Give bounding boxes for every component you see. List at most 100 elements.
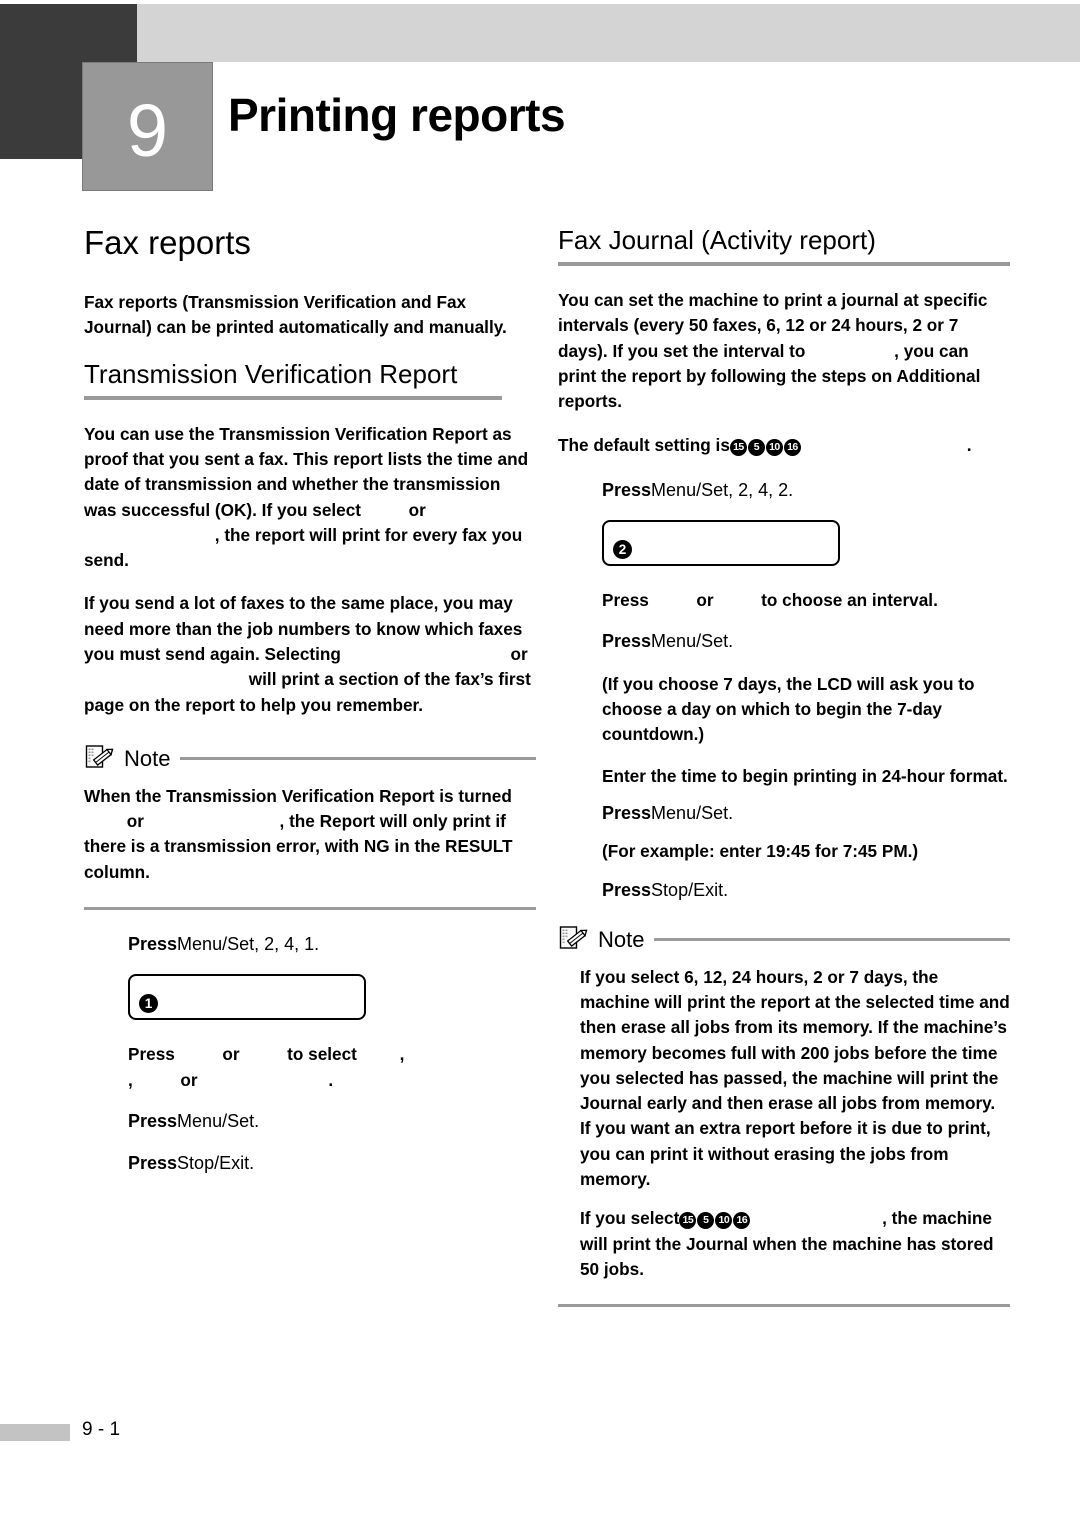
- lcd-display-1: 1: [128, 974, 366, 1021]
- press-label-r2: Press: [602, 631, 652, 652]
- note-pencil-icon: [85, 745, 114, 768]
- chapter-title: Printing reports: [228, 89, 566, 141]
- menu-set-period-r2: .: [728, 631, 734, 652]
- header-divider: [137, 62, 1080, 64]
- tvr-para2-part-c: will print a section of the fax’s first …: [84, 669, 531, 715]
- note-label: Note: [124, 745, 171, 771]
- stop-exit-period-r: .: [723, 880, 729, 901]
- default-setting-period: .: [966, 434, 972, 455]
- menu-set-key-r1[interactable]: Menu/Set: [651, 480, 728, 500]
- footer-marker-block: [0, 1424, 70, 1441]
- step-press-menu-set-confirm: PressMenu/Set.: [84, 1109, 536, 1133]
- note-left-part-b: or: [126, 811, 144, 832]
- note-bottom-rule-right: [558, 1304, 1010, 1308]
- note-right-part-a: If you select: [580, 1208, 680, 1229]
- note-header: Note: [84, 744, 536, 774]
- section-heading-fax-journal: Fax Journal (Activity report): [558, 225, 876, 255]
- interval-part-b: or: [696, 590, 714, 611]
- press-label-r4: Press: [602, 880, 652, 901]
- tvr-paragraph-2: If you send a lot of faxes to the same p…: [84, 591, 536, 717]
- step-enter-time: Enter the time to begin printing in 24-h…: [602, 765, 1008, 786]
- footer-page-number: 9 - 1: [82, 1419, 121, 1440]
- press-label-2: Press: [128, 1110, 178, 1131]
- step-press-menu-set-r2: PressMenu/Set.: [558, 629, 1010, 653]
- note-left-part-c: , the Report will only print if there is…: [84, 811, 513, 882]
- press-label-r3: Press: [602, 802, 652, 823]
- menu-set-period: .: [254, 1110, 260, 1131]
- step-time-example: (For example: enter 19:45 for 7:45 PM.): [602, 841, 919, 862]
- note-block-left: Note When the Transmission Verification …: [84, 744, 536, 910]
- select-part-a: Press: [128, 1044, 175, 1065]
- step-seven-day-note: (If you choose 7 days, the LCD will ask …: [602, 673, 975, 745]
- stop-exit-key-r[interactable]: Stop/Exit: [651, 880, 723, 900]
- left-column: Fax reports Fax reports (Transmission Ve…: [84, 224, 536, 1193]
- note-pencil-icon: [559, 926, 588, 949]
- press-label-3: Press: [128, 1153, 178, 1174]
- tvr-para1-part-a: You can use the Transmission Verificatio…: [84, 423, 529, 520]
- tvr-para1-part-c: , the report will print for every fax yo…: [84, 524, 523, 571]
- fax-journal-paragraph-1: You can set the machine to print a journ…: [558, 288, 1010, 414]
- menu-set-sequence: , 2, 4, 1.: [254, 933, 320, 954]
- step-select-report-type: Press or to select , , or .: [84, 1042, 536, 1093]
- menu-set-key[interactable]: Menu/Set: [177, 934, 254, 954]
- step-press-stop-exit-r: PressStop/Exit.: [558, 878, 1010, 902]
- section-heading-transmission-verification-report: Transmission Verification Report: [84, 358, 458, 389]
- note-header-rule-right: [654, 938, 1010, 942]
- note-text-right-1: If you select 6, 12, 24 hours, 2 or 7 da…: [580, 966, 1010, 1189]
- step-choose-interval: Press or to choose an interval.: [558, 588, 1010, 613]
- circled-number-5-b: 5: [697, 1212, 715, 1230]
- circled-number-10-b: 10: [715, 1212, 733, 1230]
- step-press-stop-exit: PressStop/Exit.: [84, 1151, 536, 1175]
- menu-set-sequence-r: , 2, 4, 2.: [728, 479, 794, 500]
- default-setting-line: The default setting is 15 5 10 16 .: [558, 433, 1010, 458]
- circled-number-16: 16: [783, 438, 801, 456]
- right-column: Fax Journal (Activity report) You can se…: [558, 225, 1010, 1308]
- press-label: Press: [128, 933, 178, 954]
- tvr-para2-part-a: If you send a lot of faxes to the same p…: [84, 593, 523, 664]
- step-press-menu-set-r3: PressMenu/Set.: [558, 801, 1010, 825]
- page-title: Fax reports: [84, 224, 251, 261]
- select-part-c: to select: [287, 1044, 357, 1065]
- circled-number-15-b: 15: [679, 1212, 697, 1230]
- note-header-rule: [180, 757, 536, 761]
- menu-set-key-r2[interactable]: Menu/Set: [651, 631, 728, 651]
- menu-set-key-r3[interactable]: Menu/Set: [651, 803, 728, 823]
- circled-number-5: 5: [747, 438, 765, 456]
- circled-number-10: 10: [765, 438, 783, 456]
- note-text-right-2: If you select 15 5 10 16 , the machine will …: [558, 1206, 1010, 1282]
- note-text-left: When the Transmission Verification Repor…: [84, 784, 536, 885]
- menu-set-period-r3: .: [728, 802, 734, 823]
- chapter-number: 9: [126, 88, 169, 172]
- step-press-menu-set-242: PressMenu/Set, 2, 4, 2.: [558, 478, 1010, 502]
- stop-exit-key[interactable]: Stop/Exit: [177, 1153, 249, 1173]
- section-heading-rule: [84, 395, 502, 400]
- tvr-paragraph-1: You can use the Transmission Verificatio…: [84, 422, 536, 574]
- note-left-part-a: When the Transmission Verification Repor…: [84, 785, 512, 806]
- note-bottom-rule: [84, 906, 536, 910]
- default-setting-label: The default setting is: [558, 434, 730, 455]
- step-press-menu-set-241: PressMenu/Set, 2, 4, 1.: [84, 932, 536, 956]
- note-label-right: Note: [598, 926, 645, 952]
- header-light-bar: [137, 4, 1080, 62]
- circled-number-16-b: 16: [733, 1212, 751, 1230]
- circled-number-15: 15: [729, 438, 747, 456]
- lcd-step-badge: 1: [139, 994, 158, 1014]
- steps-left: PressMenu/Set, 2, 4, 1. 1 Press or to se…: [84, 932, 536, 1175]
- chapter-header: 9 Printing reports: [0, 0, 1080, 200]
- tvr-para2-part-b: or: [510, 643, 528, 664]
- note-block-right: Note If you select 6, 12, 24 hours, 2 or…: [558, 925, 1010, 1308]
- stop-exit-period: .: [249, 1153, 255, 1174]
- select-part-f: or: [180, 1069, 198, 1090]
- lcd-step-badge-2: 2: [613, 540, 632, 560]
- tvr-para1-part-b: or: [408, 499, 426, 520]
- fax-journal-heading-rule: [558, 262, 1010, 267]
- select-part-b: or: [222, 1044, 240, 1065]
- interval-part-a: Press: [602, 590, 649, 611]
- chapter-number-box: 9: [82, 62, 213, 191]
- select-part-d: ,: [399, 1044, 405, 1065]
- menu-set-key-2[interactable]: Menu/Set: [177, 1111, 254, 1131]
- intro-paragraph: Fax reports (Transmission Verification a…: [84, 291, 507, 338]
- press-label-r1: Press: [602, 479, 652, 500]
- select-part-g: .: [328, 1069, 334, 1090]
- lcd-display-2: 2: [602, 520, 840, 567]
